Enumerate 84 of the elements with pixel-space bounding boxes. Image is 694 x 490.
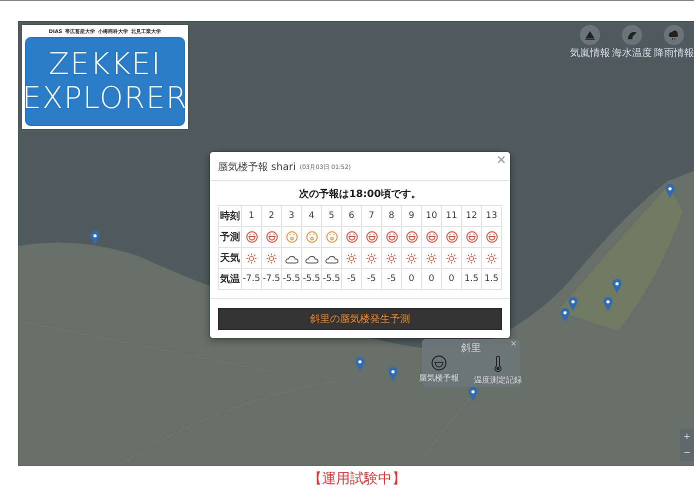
map-pin-icon[interactable]: [568, 297, 578, 311]
laughing-face-icon: [366, 230, 378, 242]
hour-cell: 8: [382, 206, 402, 226]
laughing-face-icon: [406, 230, 418, 242]
hour-cell: 1: [242, 206, 262, 226]
map-layer-button[interactable]: 降雨情報: [654, 25, 694, 60]
sun-icon: [406, 252, 417, 264]
map-pin-icon[interactable]: [560, 308, 570, 322]
hour-cell: 4: [302, 206, 322, 226]
zoom-button[interactable]: +: [680, 429, 694, 445]
temperature-cell: -5: [382, 268, 402, 290]
temperature-cell: 1.5: [462, 268, 482, 290]
temperature-cell: -5: [362, 268, 382, 290]
laughing-face-icon: [386, 230, 398, 242]
map-layer-button[interactable]: 海水温度: [612, 25, 652, 60]
hour-cell: 11: [442, 206, 462, 226]
sun-icon: [486, 252, 497, 264]
logo-text: EXPLORER: [22, 82, 188, 116]
cloud-icon: [284, 254, 298, 264]
popup-link[interactable]: 温度測定記録: [468, 355, 528, 387]
sun-icon: [366, 252, 377, 264]
logo-text: ZEKKEI: [48, 48, 162, 82]
hour-cell: 5: [322, 206, 342, 226]
temperature-cell: 0: [422, 268, 442, 290]
laughing-face-icon: [466, 230, 478, 242]
surprised-face-icon: [326, 230, 338, 242]
rain-cloud-icon: [667, 28, 681, 42]
hour-cell: 10: [422, 206, 442, 226]
laughing-face-icon: [486, 230, 498, 242]
map-pin-icon[interactable]: [468, 387, 478, 401]
temperature-cell: -5: [342, 268, 362, 290]
sun-icon: [266, 252, 277, 264]
hour-cell: 3: [282, 206, 302, 226]
surprised-face-icon: [306, 230, 318, 242]
temperature-cell: 1.5: [482, 268, 502, 290]
laughing-face-icon: [426, 230, 438, 242]
laughing-face-icon: [431, 355, 447, 371]
row-header: 気温: [218, 268, 242, 290]
row-header: 予測: [218, 226, 242, 248]
forecast-button[interactable]: 斜里の蜃気楼発生予測: [218, 308, 502, 330]
hour-cell: 13: [482, 206, 502, 226]
next-forecast-message: 次の予報は18:00頃です。: [298, 188, 422, 202]
temperature-cell: -5.5: [322, 268, 342, 290]
temperature-cell: -5.5: [302, 268, 322, 290]
temperature-cell: -7.5: [262, 268, 282, 290]
map-pin-icon[interactable]: [388, 367, 398, 381]
status-text: 【運用試験中】: [307, 470, 407, 488]
cloud-icon: [324, 254, 338, 264]
close-button[interactable]: ×: [510, 339, 517, 348]
map-pin-icon[interactable]: [90, 231, 100, 245]
laughing-face-icon: [346, 230, 358, 242]
laughing-face-icon: [446, 230, 458, 242]
dialog-title: 蜃気楼予報 shari: [218, 160, 296, 174]
map-pin-icon[interactable]: [612, 279, 622, 293]
surprised-face-icon: [286, 230, 298, 242]
laughing-face-icon: [246, 230, 258, 242]
hour-cell: 2: [262, 206, 282, 226]
sun-icon: [346, 252, 357, 264]
zoom-button[interactable]: −: [680, 445, 694, 461]
hour-cell: 9: [402, 206, 422, 226]
map-layer-button[interactable]: 気嵐情報: [570, 25, 610, 60]
map-pin-icon[interactable]: [665, 184, 675, 198]
row-header: 時刻: [218, 206, 242, 226]
map-pin-icon[interactable]: [603, 297, 613, 311]
sun-icon: [446, 252, 457, 264]
temperature-cell: 0: [402, 268, 422, 290]
sun-icon: [466, 252, 477, 264]
popup-link[interactable]: 蜃気楼予報: [414, 355, 464, 387]
hour-cell: 7: [362, 206, 382, 226]
laughing-face-icon: [266, 230, 278, 242]
temperature-cell: -5.5: [282, 268, 302, 290]
sun-icon: [246, 252, 257, 264]
close-button[interactable]: ×: [496, 152, 506, 170]
row-header: 天気: [218, 248, 242, 268]
hour-cell: 12: [462, 206, 482, 226]
sun-icon: [426, 252, 437, 264]
popup-title: 斜里: [461, 342, 481, 355]
temperature-cell: 0: [442, 268, 462, 290]
temperature-cell: -7.5: [242, 268, 262, 290]
thermometer-icon: [493, 355, 503, 373]
map-pin-icon[interactable]: [355, 357, 365, 371]
sun-icon: [386, 252, 397, 264]
cloud-icon: [304, 254, 318, 264]
hour-cell: 6: [342, 206, 362, 226]
